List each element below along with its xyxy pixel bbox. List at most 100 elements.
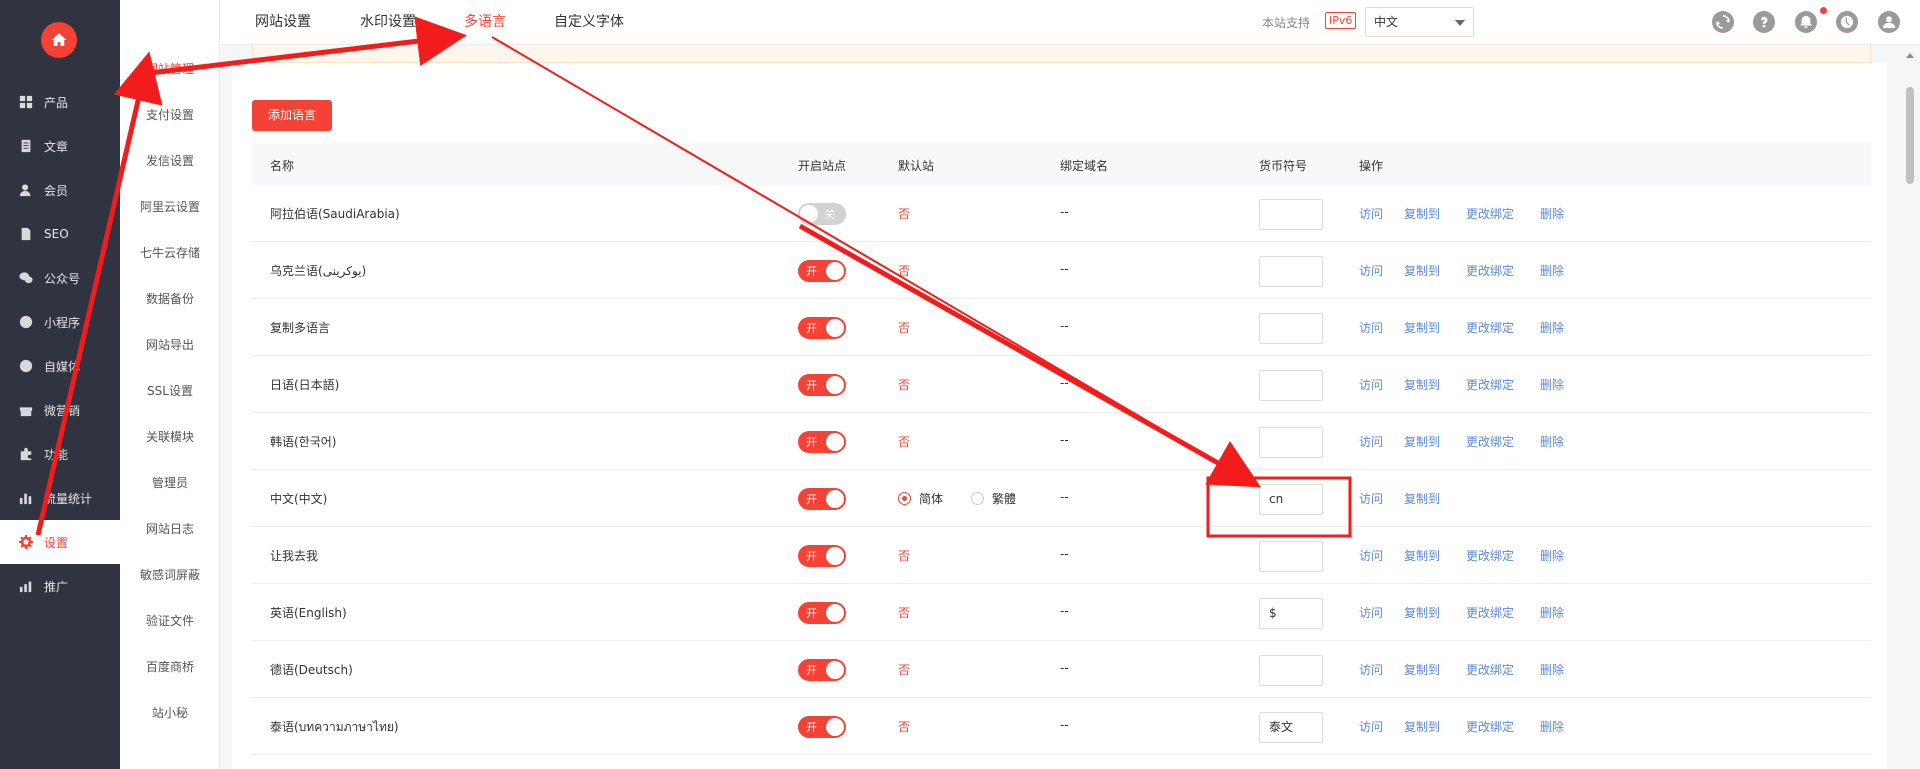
site-toggle[interactable]: 开 — [798, 545, 846, 567]
default-status[interactable]: 否 — [898, 376, 910, 393]
help-button[interactable] — [1753, 11, 1775, 33]
history-button[interactable] — [1836, 11, 1858, 33]
rebind-link[interactable]: 更改绑定 — [1466, 604, 1514, 621]
default-status[interactable]: 否 — [898, 604, 910, 621]
default-status[interactable]: 否 — [898, 205, 910, 222]
sidebar-item-media[interactable]: 自媒体 — [0, 344, 120, 388]
site-toggle[interactable]: 开 — [798, 602, 846, 624]
copy-to-link[interactable]: 复制到 — [1404, 604, 1440, 621]
subnav-item-qiniu[interactable]: 七牛云存储 — [120, 243, 220, 263]
sidebar-item-features[interactable]: 功能 — [0, 432, 120, 476]
currency-input[interactable]: cn — [1259, 484, 1323, 515]
currency-input[interactable] — [1259, 256, 1323, 287]
visit-link[interactable]: 访问 — [1359, 262, 1383, 279]
currency-input[interactable]: 泰文 — [1259, 712, 1323, 743]
delete-link[interactable]: 删除 — [1540, 718, 1564, 735]
visit-link[interactable]: 访问 — [1359, 661, 1383, 678]
default-status[interactable]: 否 — [898, 319, 910, 336]
scroll-thumb[interactable] — [1906, 87, 1914, 184]
delete-link[interactable]: 删除 — [1540, 205, 1564, 222]
delete-link[interactable]: 删除 — [1540, 319, 1564, 336]
language-select[interactable]: 中文 — [1365, 7, 1474, 37]
currency-input[interactable] — [1259, 541, 1323, 572]
visit-link[interactable]: 访问 — [1359, 547, 1383, 564]
tab-custom-font[interactable]: 自定义字体 — [554, 13, 624, 31]
rebind-link[interactable]: 更改绑定 — [1466, 205, 1514, 222]
add-language-button[interactable]: 添加语言 — [252, 100, 332, 131]
sidebar-item-article[interactable]: 文章 — [0, 124, 120, 168]
default-status[interactable]: 否 — [898, 433, 910, 450]
rebind-link[interactable]: 更改绑定 — [1466, 718, 1514, 735]
tab-multilanguage[interactable]: 多语言 — [464, 13, 506, 31]
refresh-button[interactable] — [1712, 11, 1734, 33]
visit-link[interactable]: 访问 — [1359, 490, 1383, 507]
default-status[interactable]: 否 — [898, 718, 910, 735]
radio-simplified[interactable] — [898, 492, 911, 505]
currency-input[interactable] — [1259, 427, 1323, 458]
rebind-link[interactable]: 更改绑定 — [1466, 547, 1514, 564]
delete-link[interactable]: 删除 — [1540, 262, 1564, 279]
visit-link[interactable]: 访问 — [1359, 433, 1383, 450]
subnav-item-logs[interactable]: 网站日志 — [120, 519, 220, 539]
visit-link[interactable]: 访问 — [1359, 376, 1383, 393]
site-toggle[interactable]: 关 — [798, 203, 846, 225]
copy-to-link[interactable]: 复制到 — [1404, 490, 1440, 507]
subnav-item-admins[interactable]: 管理员 — [120, 473, 220, 493]
delete-link[interactable]: 删除 — [1540, 661, 1564, 678]
copy-to-link[interactable]: 复制到 — [1404, 547, 1440, 564]
sidebar-item-member[interactable]: 会员 — [0, 168, 120, 212]
sidebar-item-product[interactable]: 产品 — [0, 80, 120, 124]
rebind-link[interactable]: 更改绑定 — [1466, 376, 1514, 393]
visit-link[interactable]: 访问 — [1359, 319, 1383, 336]
subnav-item-modules[interactable]: 关联模块 — [120, 427, 220, 447]
currency-input[interactable]: $ — [1259, 598, 1323, 629]
visit-link[interactable]: 访问 — [1359, 205, 1383, 222]
currency-input[interactable] — [1259, 199, 1323, 230]
subnav-item-sensitive-words[interactable]: 敏感词屏蔽 — [120, 565, 220, 585]
account-button[interactable] — [1878, 11, 1900, 33]
subnav-item-export[interactable]: 网站导出 — [120, 335, 220, 355]
copy-to-link[interactable]: 复制到 — [1404, 205, 1440, 222]
default-status[interactable]: 否 — [898, 661, 910, 678]
delete-link[interactable]: 删除 — [1540, 376, 1564, 393]
copy-to-link[interactable]: 复制到 — [1404, 433, 1440, 450]
currency-input[interactable] — [1259, 313, 1323, 344]
default-status[interactable]: 否 — [898, 547, 910, 564]
site-toggle[interactable]: 开 — [798, 374, 846, 396]
site-toggle[interactable]: 开 — [798, 317, 846, 339]
subnav-item-verify-file[interactable]: 验证文件 — [120, 611, 220, 631]
sidebar-item-promotion[interactable]: 推广 — [0, 564, 120, 608]
site-toggle[interactable]: 开 — [798, 659, 846, 681]
visit-link[interactable]: 访问 — [1359, 718, 1383, 735]
site-toggle[interactable]: 开 — [798, 716, 846, 738]
sidebar-item-settings[interactable]: 设置 — [0, 520, 120, 564]
subnav-item-ssl[interactable]: SSL设置 — [120, 381, 220, 401]
delete-link[interactable]: 删除 — [1540, 547, 1564, 564]
radio-traditional[interactable] — [971, 492, 985, 505]
currency-input[interactable] — [1259, 370, 1323, 401]
currency-input[interactable] — [1259, 655, 1323, 686]
scroll-up-arrow-icon[interactable] — [1906, 53, 1914, 58]
rebind-link[interactable]: 更改绑定 — [1466, 262, 1514, 279]
home-button[interactable] — [41, 22, 77, 58]
copy-to-link[interactable]: 复制到 — [1404, 262, 1440, 279]
visit-link[interactable]: 访问 — [1359, 604, 1383, 621]
sidebar-item-seo[interactable]: SEO — [0, 212, 120, 256]
site-toggle[interactable]: 开 — [798, 488, 846, 510]
subnav-item-aliyun[interactable]: 阿里云设置 — [120, 197, 220, 217]
tab-watermark[interactable]: 水印设置 — [360, 13, 416, 31]
sidebar-item-traffic[interactable]: 流量统计 — [0, 476, 120, 520]
copy-to-link[interactable]: 复制到 — [1404, 319, 1440, 336]
rebind-link[interactable]: 更改绑定 — [1466, 661, 1514, 678]
rebind-link[interactable]: 更改绑定 — [1466, 433, 1514, 450]
site-toggle[interactable]: 开 — [798, 431, 846, 453]
subnav-item-mail[interactable]: 发信设置 — [120, 151, 220, 171]
default-status[interactable]: 否 — [898, 262, 910, 279]
subnav-item-baidu-bridge[interactable]: 百度商桥 — [120, 657, 220, 677]
subnav-item-site-management[interactable]: 网站管理 — [120, 59, 220, 79]
copy-to-link[interactable]: 复制到 — [1404, 718, 1440, 735]
subnav-item-backup[interactable]: 数据备份 — [120, 289, 220, 309]
subnav-item-payment[interactable]: 支付设置 — [120, 105, 220, 125]
sidebar-item-miniprogram[interactable]: 小程序 — [0, 300, 120, 344]
site-toggle[interactable]: 开 — [798, 260, 846, 282]
